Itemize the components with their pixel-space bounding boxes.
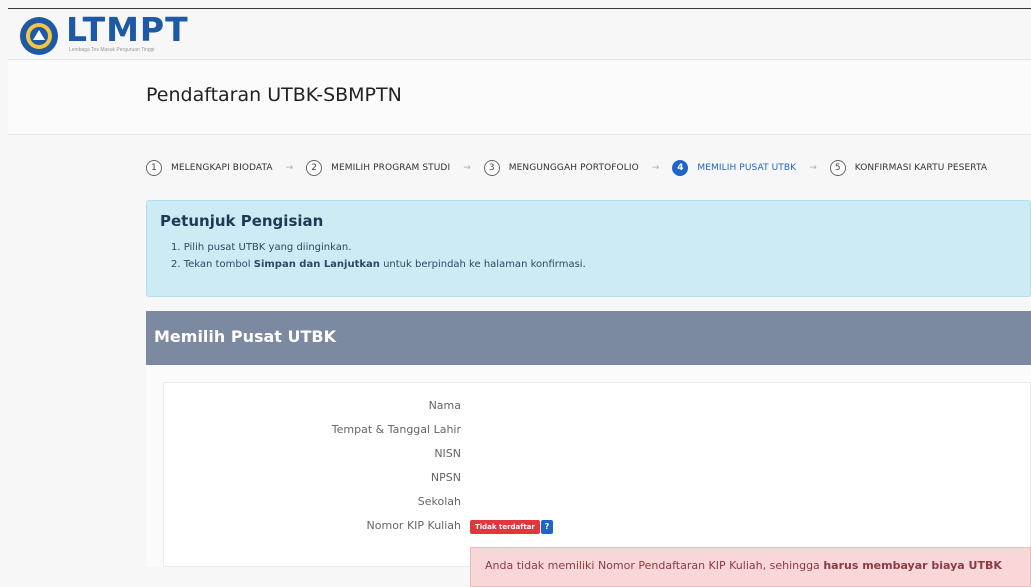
step-label-active: MEMILIH PUSAT UTBK — [697, 163, 797, 173]
step-number: 3 — [483, 160, 500, 176]
panel-title: Memilih Pusat UTBK — [154, 327, 337, 346]
instruction-emphasis: Simpan dan Lanjutkan — [253, 259, 380, 270]
step-biodata[interactable]: 1 MELENGKAPI BIODATA — [146, 160, 273, 176]
alert-message: Anda tidak memiliki Nomor Pendaftaran KI… — [485, 559, 824, 572]
instructions-title: Petunjuk Pengisian — [160, 212, 324, 230]
nama-label: Nama — [428, 399, 461, 412]
instruction-item-1: 1. Pilih pusat UTBK yang diinginkan. — [171, 242, 352, 253]
kip-alert: Anda tidak memiliki Nomor Pendaftaran KI… — [470, 547, 1031, 587]
logo-title[interactable]: LTMPT — [66, 11, 189, 49]
alert-emphasis: harus membayar biaya UTBK — [823, 559, 1002, 572]
instructions-list: 1. Pilih pusat UTBK yang diinginkan. 2. … — [171, 239, 586, 273]
npsn-label: NPSN — [430, 471, 461, 484]
step-pusat-utbk[interactable]: 4 MEMILIH PUSAT UTBK — [672, 160, 796, 176]
form-card — [163, 382, 1031, 567]
nisn-label: NISN — [434, 447, 461, 460]
step-label: MELENGKAPI BIODATA — [171, 163, 273, 173]
step-number: 1 — [146, 160, 162, 176]
ttl-label: Tempat & Tanggal Lahir — [331, 423, 461, 436]
arrow-right-icon: → — [651, 163, 660, 173]
instructions-box: Petunjuk Pengisian 1. Pilih pusat UTBK y… — [146, 200, 1031, 297]
step-konfirmasi[interactable]: 5 KONFIRMASI KARTU PESERTA — [829, 160, 988, 176]
sekolah-label: Sekolah — [417, 495, 461, 508]
kip-status-badge: Tidak terdaftar — [470, 520, 540, 534]
step-label: KONFIRMASI KARTU PESERTA — [854, 163, 988, 173]
panel-body — [146, 365, 1031, 567]
arrow-right-icon: → — [463, 163, 471, 173]
site-header: LTMPT Lembaga Tes Masuk Perguruan Tinggi — [8, 9, 1031, 60]
step-label: MENGUNGGAH PORTOFOLIO — [508, 163, 639, 173]
kip-label: Nomor KIP Kuliah — [366, 519, 461, 532]
step-label: MEMILIH PROGRAM STUDI — [331, 163, 451, 173]
page-title: Pendaftaran UTBK-SBMPTN — [146, 84, 402, 106]
tut-wuri-logo-icon — [20, 17, 58, 55]
instruction-item-2: 2. Tekan tombol Simpan dan Lanjutkan unt… — [171, 256, 586, 273]
page-title-bar: Pendaftaran UTBK-SBMPTN — [8, 60, 1031, 135]
logo-subtitle: Lembaga Tes Masuk Perguruan Tinggi — [69, 47, 155, 53]
panel-header: Memilih Pusat UTBK — [146, 311, 1031, 365]
help-icon[interactable]: ? — [541, 520, 553, 534]
step-portofolio[interactable]: 3 MENGUNGGAH PORTOFOLIO — [483, 160, 639, 176]
step-number: 2 — [306, 160, 323, 176]
instruction-text: untuk berpindah ke halaman konfirmasi. — [379, 259, 586, 270]
arrow-right-icon: → — [285, 163, 294, 173]
progress-steps: 1 MELENGKAPI BIODATA → 2 MEMILIH PROGRAM… — [146, 160, 987, 176]
step-number-active: 4 — [672, 160, 689, 176]
arrow-right-icon: → — [809, 163, 817, 173]
alert-text: Anda tidak memiliki Nomor Pendaftaran KI… — [485, 559, 1002, 572]
step-program-studi[interactable]: 2 MEMILIH PROGRAM STUDI — [306, 160, 450, 176]
step-number: 5 — [829, 160, 846, 176]
instruction-text: 2. Tekan tombol — [171, 259, 254, 270]
